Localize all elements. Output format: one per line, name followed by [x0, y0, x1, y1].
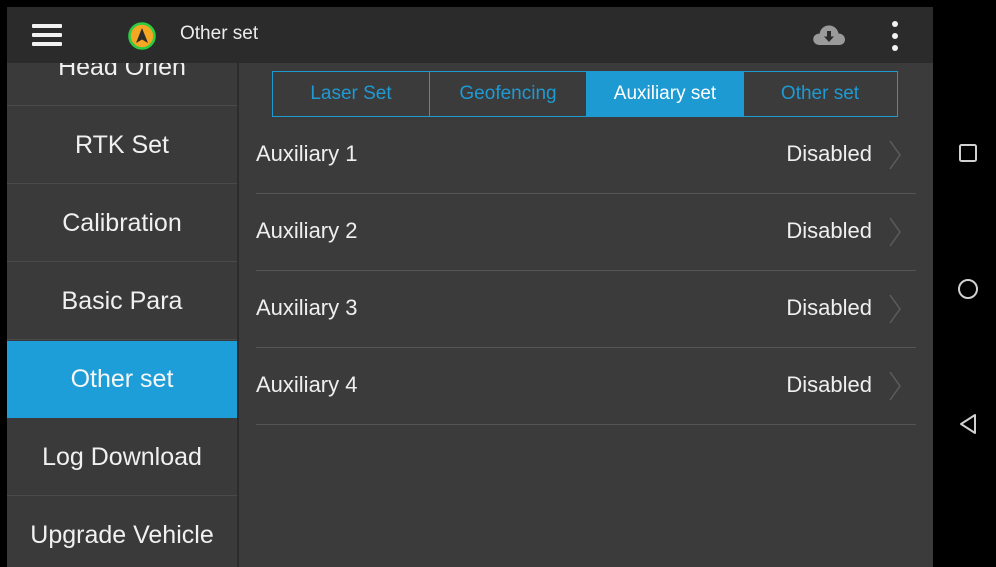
- page-title: Other set: [180, 23, 259, 44]
- sidebar: Head Orien RTK Set Calibration Basic Para Ot…: [7, 63, 239, 567]
- auxiliary-label: Auxiliary 1: [256, 141, 358, 166]
- top-app-bar: Other set: [7, 7, 933, 63]
- sidebar-item-log-download[interactable]: Log Download: [7, 419, 237, 496]
- sidebar-item-label: Log Download: [42, 442, 202, 471]
- sidebar-item-upgrade-vehicle[interactable]: Upgrade Vehicle: [7, 497, 237, 567]
- tab-other-set[interactable]: Other set: [743, 72, 896, 116]
- auxiliary-status: Disabled: [786, 141, 872, 166]
- hamburger-menu-icon[interactable]: [32, 24, 62, 46]
- home-icon[interactable]: [957, 278, 979, 300]
- tab-geofencing[interactable]: Geofencing: [429, 72, 586, 116]
- chevron-right-icon: [889, 217, 901, 247]
- auxiliary-label: Auxiliary 2: [256, 218, 358, 243]
- sidebar-item-head-orien[interactable]: Head Orien: [7, 63, 237, 106]
- auxiliary-label: Auxiliary 4: [256, 372, 358, 397]
- navigation-arrow-icon: [128, 22, 156, 50]
- auxiliary-status: Disabled: [786, 372, 872, 397]
- tab-laser-set[interactable]: Laser Set: [273, 72, 429, 116]
- chevron-right-icon: [889, 294, 901, 324]
- auxiliary-row[interactable]: Auxiliary 2 Disabled: [256, 194, 916, 271]
- sidebar-item-label: Head Orien: [58, 63, 186, 81]
- sidebar-item-label: RTK Set: [74, 130, 170, 159]
- sidebar-item-label: Upgrade Vehicle: [30, 520, 214, 549]
- app-window: Other set Head Orien RTK Set Calibration Ba…: [7, 7, 933, 567]
- auxiliary-row[interactable]: Auxiliary 1 Disabled: [256, 117, 916, 194]
- tab-auxiliary-set[interactable]: Auxiliary set: [586, 72, 743, 116]
- sidebar-item-other-set[interactable]: Other set: [7, 341, 237, 418]
- sidebar-item-label: Other set: [70, 365, 174, 393]
- chevron-right-icon: [889, 371, 901, 401]
- sidebar-item-label: Basic Para: [61, 286, 183, 315]
- auxiliary-row[interactable]: Auxiliary 4 Disabled: [256, 348, 916, 425]
- auxiliary-status: Disabled: [786, 218, 872, 243]
- tab-bar: Laser Set Geofencing Auxiliary set Other se…: [272, 71, 898, 117]
- auxiliary-row[interactable]: Auxiliary 3 Disabled: [256, 271, 916, 348]
- sidebar-item-calibration[interactable]: Calibration: [7, 185, 237, 262]
- cloud-download-icon[interactable]: [811, 21, 847, 49]
- more-vert-icon[interactable]: [885, 19, 905, 53]
- auxiliary-label: Auxiliary 3: [256, 295, 358, 320]
- sidebar-item-basic-para[interactable]: Basic Para: [7, 263, 237, 340]
- chevron-right-icon: [889, 140, 901, 170]
- recent-apps-icon[interactable]: [958, 143, 978, 163]
- back-icon[interactable]: [958, 413, 978, 435]
- auxiliary-status: Disabled: [786, 295, 872, 320]
- sidebar-item-label: Calibration: [62, 208, 182, 237]
- sidebar-item-rtk-set[interactable]: RTK Set: [7, 107, 237, 184]
